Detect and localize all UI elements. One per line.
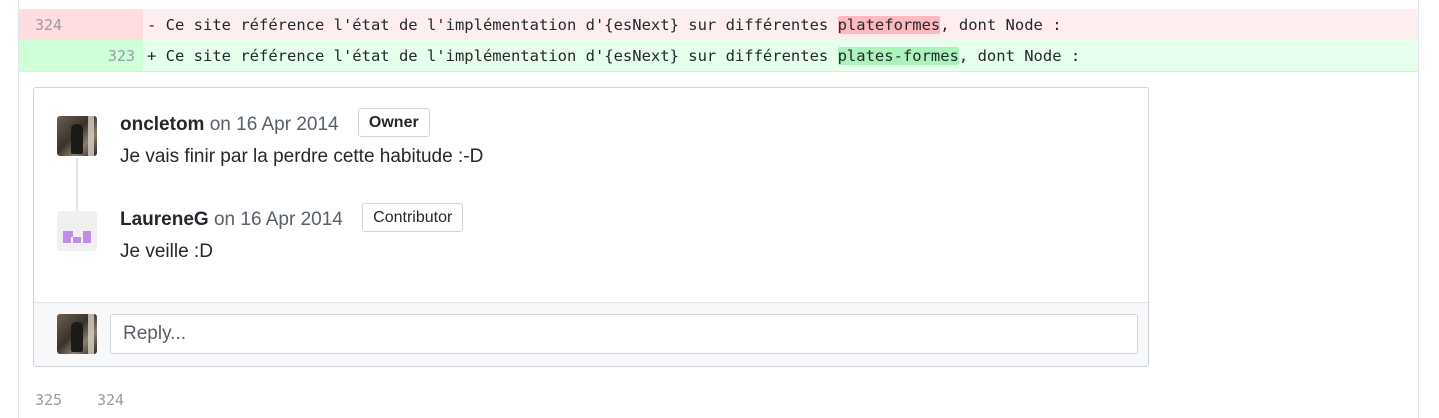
comment-body: Je veille :D xyxy=(120,241,213,262)
diff-line-added: 323 + Ce site référence l'état de l'impl… xyxy=(19,40,1418,72)
owner-badge: Owner xyxy=(357,108,430,138)
comment-laureneg: LaureneG on 16 Apr 2014 Contributor Je v… xyxy=(34,203,1148,285)
review-thread: oncletom on 16 Apr 2014 Owner Je vais fi… xyxy=(33,87,1149,367)
added-word-highlight: plates-formes xyxy=(837,47,959,65)
user-photo-icon xyxy=(57,314,97,354)
comment-header: LaureneG on 16 Apr 2014 Contributor xyxy=(120,203,464,235)
new-line-number[interactable] xyxy=(81,9,143,41)
old-line-number[interactable]: 324 xyxy=(19,9,81,41)
diff-line-context: 325 324 xyxy=(19,384,1418,416)
deletion-marker: - xyxy=(147,16,157,34)
code-prefix: Ce site référence l'état de l'implémenta… xyxy=(156,47,838,65)
old-line-number[interactable]: 325 xyxy=(19,384,81,416)
comment-header: oncletom on 16 Apr 2014 Owner xyxy=(120,108,430,140)
comment-body: Je vais finir par la perdre cette habitu… xyxy=(120,146,484,167)
reply-bar: Reply... xyxy=(34,302,1148,366)
code-content: - Ce site référence l'état de l'implémen… xyxy=(147,9,1062,41)
code-suffix: , dont Node : xyxy=(958,47,1081,65)
comment-author-link[interactable]: LaureneG xyxy=(120,209,209,230)
new-line-number[interactable]: 324 xyxy=(81,384,143,416)
addition-marker: + xyxy=(147,47,157,65)
comment-date-link[interactable]: on 16 Apr 2014 xyxy=(210,114,339,135)
old-line-number[interactable] xyxy=(19,40,81,71)
contributor-badge: Contributor xyxy=(362,203,464,233)
code-suffix: , dont Node : xyxy=(940,16,1062,34)
inline-comment-row: oncletom on 16 Apr 2014 Owner Je vais fi… xyxy=(19,72,1418,385)
reply-input[interactable]: Reply... xyxy=(110,314,1138,354)
code-prefix: Ce site référence l'état de l'implémenta… xyxy=(156,16,838,34)
diff-line-deleted: 324 - Ce site référence l'état de l'impl… xyxy=(19,9,1418,41)
new-line-number[interactable]: 323 xyxy=(81,40,143,71)
deleted-word-highlight: plateformes xyxy=(837,16,941,34)
code-content: + Ce site référence l'état de l'implémen… xyxy=(147,40,1080,72)
identicon-icon[interactable] xyxy=(57,211,97,251)
user-photo-icon[interactable] xyxy=(57,116,97,156)
comment-oncletom: oncletom on 16 Apr 2014 Owner Je vais fi… xyxy=(34,108,1148,190)
comment-author-link[interactable]: oncletom xyxy=(120,114,204,135)
comment-date-link[interactable]: on 16 Apr 2014 xyxy=(214,209,343,230)
